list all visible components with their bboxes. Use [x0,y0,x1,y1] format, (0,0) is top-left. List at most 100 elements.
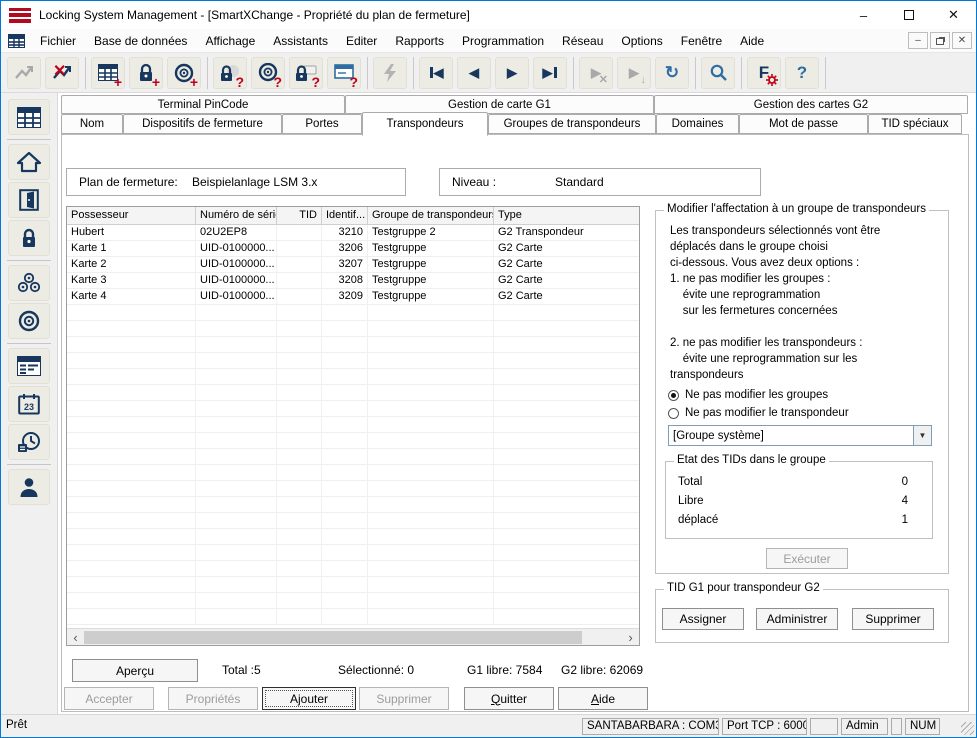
connect-button[interactable] [7,57,41,89]
table-row[interactable]: Hubert02U2EP83210Testgruppe 2G2 Transpon… [67,225,639,241]
chevron-down-icon[interactable]: ▼ [913,426,931,445]
empty-row [67,513,639,529]
read-g1-card-button[interactable]: ? [289,57,323,89]
table-body: Hubert02U2EP83210Testgruppe 2G2 Transpon… [67,225,639,628]
first-record-button[interactable]: ◀ [419,57,453,89]
radio-selected-icon[interactable] [668,390,679,401]
tid-g1-title: TID G1 pour transpondeur G2 [664,582,823,594]
sidebar-home-button[interactable] [8,144,50,180]
sidebar-doors-button[interactable] [8,182,50,218]
next-record-button[interactable]: ▶ [495,57,529,89]
menu-aide[interactable]: Aide [731,29,773,53]
status-user: Admin [841,718,888,735]
scroll-left-arrow-icon[interactable]: ‹ [67,629,84,645]
help-button[interactable]: ? [785,57,819,89]
table-row[interactable]: Karte 3UID-0100000...3208TestgruppeG2 Ca… [67,273,639,289]
tab-mot-de-passe[interactable]: Mot de passe [739,114,868,134]
col-tid[interactable]: TID [277,207,322,224]
col-possesseur[interactable]: Possesseur [67,207,196,224]
tab-tid-speciaux[interactable]: TID spéciaux [868,114,962,134]
cancel-record-button[interactable]: ▶✕ [579,57,613,89]
save-record-button[interactable]: ▶↓ [617,57,651,89]
tab-groupes-de-transpondeurs[interactable]: Groupes de transpondeurs [488,114,656,134]
quit-button[interactable]: Quitter [464,687,554,710]
accept-button[interactable]: Accepter [64,687,154,710]
scroll-right-arrow-icon[interactable]: › [622,629,639,645]
filter-button[interactable]: F [747,57,781,89]
disconnect-button[interactable]: ✕ [45,57,79,89]
help-dialog-button[interactable]: Aide [558,687,648,710]
sidebar-transponder-groups-button[interactable] [8,265,50,301]
table-row[interactable]: Karte 1UID-0100000...3206TestgruppeG2 Ca… [67,241,639,257]
menu-affichage[interactable]: Affichage [196,29,264,53]
last-record-button[interactable]: ▶ [533,57,567,89]
tab-nom[interactable]: Nom [61,114,123,134]
tab-portes[interactable]: Portes [282,114,362,134]
scrollbar-thumb[interactable] [84,631,582,644]
save-record-icon: ▶ [629,66,639,79]
tab-gestion-cartes-g2[interactable]: Gestion des cartes G2 [654,95,968,114]
transponder-group-icon [17,272,41,294]
read-lock-button[interactable]: ? [213,57,247,89]
refresh-button[interactable]: ↻ [655,57,689,89]
radio-unselected-icon[interactable] [668,408,679,419]
assign-button[interactable]: Assigner [662,608,744,630]
col-groupe[interactable]: Groupe de transpondeurs [368,207,494,224]
administer-button[interactable]: Administrer [756,608,838,630]
radio-keep-transponder[interactable]: Ne pas modifier le transpondeur [668,405,849,421]
menu-rapports[interactable]: Rapports [386,29,453,53]
menu-base-de-donnees[interactable]: Base de données [85,29,196,53]
sidebar-matrix-button[interactable] [8,99,50,135]
read-window-button[interactable]: ? [327,57,361,89]
menu-reseau[interactable]: Réseau [553,29,612,53]
col-identif[interactable]: Identif... [322,207,368,224]
menu-editer[interactable]: Editer [337,29,386,53]
delete-button[interactable]: Supprimer [359,687,449,710]
minimize-button[interactable]: – [841,1,886,29]
read-transponder-button[interactable]: ? [251,57,285,89]
new-transponder-button[interactable]: + [167,57,201,89]
menu-fichier[interactable]: Fichier [31,29,85,53]
mdi-close-button[interactable]: ✕ [952,32,972,49]
table-row[interactable]: Karte 4UID-0100000...3209TestgruppeG2 Ca… [67,289,639,305]
properties-button[interactable]: Propriétés [168,687,258,710]
menu-assistants[interactable]: Assistants [264,29,337,53]
menu-fenetre[interactable]: Fenêtre [672,29,731,53]
overview-button[interactable]: Aperçu [72,659,198,682]
menu-programmation[interactable]: Programmation [453,29,553,53]
sidebar-users-button[interactable] [8,469,50,505]
total-count: Total :5 [222,663,261,677]
sidebar-calendar-button[interactable]: 23 [8,386,50,422]
sidebar-locks-button[interactable] [8,220,50,256]
col-numero-serie[interactable]: Numéro de série [196,207,277,224]
previous-record-button[interactable]: ◀ [457,57,491,89]
new-lock-button[interactable]: + [129,57,163,89]
sidebar-matrix-view-button[interactable] [8,348,50,384]
mdi-restore-button[interactable] [930,32,950,49]
tab-transpondeurs[interactable]: Transpondeurs [362,112,488,136]
close-button[interactable]: ✕ [931,1,976,29]
resize-grip[interactable] [961,722,974,735]
group-select[interactable]: [Groupe système] ▼ [668,425,932,446]
tab-terminal-pincode[interactable]: Terminal PinCode [61,95,345,114]
menu-options[interactable]: Options [612,29,671,53]
execute-button[interactable]: Exécuter [766,548,848,569]
tab-dispositifs-de-fermeture[interactable]: Dispositifs de fermeture [123,114,282,134]
search-button[interactable] [701,57,735,89]
maximize-button[interactable] [886,1,931,29]
transponder-table[interactable]: Possesseur Numéro de série TID Identif..… [66,206,640,646]
tid-state-total: Total 0 [678,476,922,492]
tab-domaines[interactable]: Domaines [656,114,739,134]
radio-keep-groups[interactable]: Ne pas modifier les groupes [668,387,828,403]
mdi-minimize-button[interactable]: – [908,32,928,49]
table-row[interactable]: Karte 2UID-0100000...3207TestgruppeG2 Ca… [67,257,639,273]
horizontal-scrollbar[interactable]: ‹ › [67,628,639,645]
add-button[interactable]: Ajouter [262,687,356,710]
program-button[interactable] [373,57,407,89]
new-locking-system-button[interactable]: + [91,57,125,89]
sidebar-transponders-button[interactable] [8,303,50,339]
delete-tid-button[interactable]: Supprimer [852,608,934,630]
sidebar-time-zone-button[interactable] [8,424,50,460]
col-type[interactable]: Type [494,207,639,224]
program-lightning-icon [382,63,398,83]
